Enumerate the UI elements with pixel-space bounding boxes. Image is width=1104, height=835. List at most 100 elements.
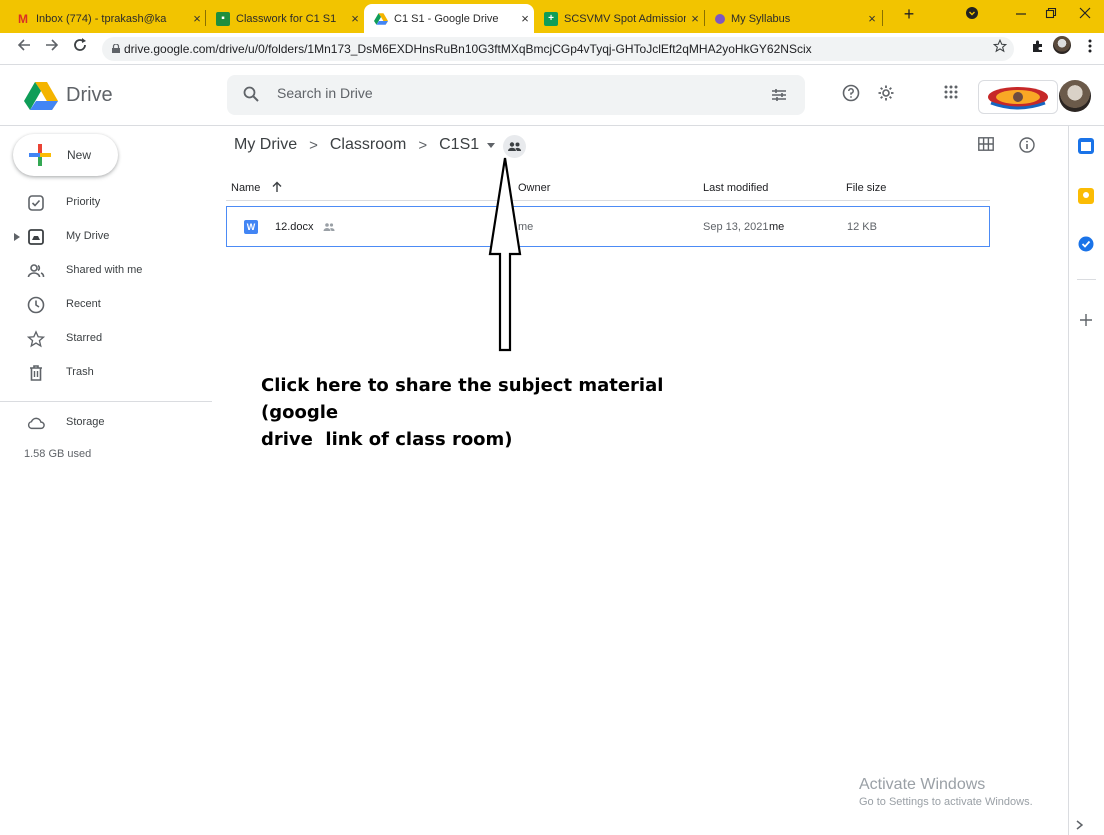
window-close-icon[interactable]: [1070, 6, 1100, 23]
column-header-file-size[interactable]: File size: [846, 182, 886, 194]
apps-grid-icon[interactable]: [943, 84, 959, 100]
site-icon: [715, 13, 725, 24]
chevron-right-icon[interactable]: [1076, 820, 1083, 830]
word-document-icon: W: [244, 220, 258, 234]
profile-avatar-icon[interactable]: [1052, 36, 1072, 59]
drive-header: Drive: [0, 66, 1104, 126]
add-addon-icon[interactable]: [1080, 314, 1092, 326]
drive-logo-icon[interactable]: [24, 82, 58, 110]
sidebar-item-storage[interactable]: Storage: [0, 408, 220, 438]
tab-gmail[interactable]: M Inbox (774) - tprakash@ka ×: [6, 4, 206, 33]
grid-view-icon[interactable]: [978, 137, 994, 151]
watermark-line-1: Activate Windows: [859, 776, 986, 793]
organization-logo[interactable]: [978, 80, 1058, 114]
storage-usage-text: 1.58 GB used: [24, 448, 92, 460]
university-emblem-icon: [988, 87, 1048, 110]
restore-icon[interactable]: [1036, 6, 1066, 23]
shared-icon: [27, 264, 45, 278]
url-text: drive.google.com/drive/u/0/folders/1Mn17…: [124, 42, 812, 56]
chevron-down-icon[interactable]: [487, 142, 496, 148]
close-tab-icon[interactable]: ×: [188, 11, 206, 26]
classroom-icon: ▪: [216, 11, 230, 26]
minimize-icon[interactable]: [1006, 6, 1036, 23]
new-tab-button[interactable]: +: [894, 4, 924, 25]
windows-activation-watermark: Activate Windows Go to Settings to activ…: [859, 776, 1033, 808]
tab-separator: [882, 10, 883, 26]
shared-people-icon: [323, 223, 335, 231]
annotation-line-1: Click here to share the subject material…: [261, 375, 664, 423]
tab-title: Inbox (774) - tprakash@ka: [36, 12, 167, 25]
annotation-text: Click here to share the subject material…: [261, 372, 741, 453]
file-list-header: Name Owner Last modified File size: [226, 175, 990, 201]
clock-icon: [27, 296, 45, 314]
account-avatar[interactable]: [1059, 80, 1091, 112]
column-header-name[interactable]: Name: [231, 182, 260, 194]
drive-icon: [374, 12, 388, 26]
watermark-line-2: Go to Settings to activate Windows.: [859, 796, 1033, 808]
browser-menu-icon[interactable]: [1080, 39, 1100, 58]
info-icon[interactable]: [1019, 137, 1035, 153]
sidebar-item-label: Shared with me: [66, 264, 143, 276]
breadcrumb-classroom[interactable]: Classroom: [330, 136, 406, 154]
people-icon: [508, 142, 521, 151]
new-button[interactable]: New: [13, 134, 118, 176]
tasks-icon[interactable]: [1078, 236, 1094, 252]
sidebar-item-label: Storage: [66, 416, 105, 428]
search-icon[interactable]: [243, 86, 259, 102]
file-modified-date: Sep 13, 2021: [703, 221, 769, 233]
sidebar-item-my-drive[interactable]: My Drive: [0, 222, 220, 252]
tab-search-icon[interactable]: [957, 6, 987, 23]
star-icon: [27, 330, 45, 348]
new-button-label: New: [67, 148, 92, 162]
forward-arrow-icon[interactable]: [42, 38, 62, 57]
breadcrumb-separator: >: [309, 136, 318, 154]
tab-spot-admission[interactable]: + SCSVMV Spot Admission ×: [534, 4, 704, 33]
tab-title: C1 S1 - Google Drive: [394, 12, 499, 25]
settings-gear-icon[interactable]: [877, 84, 895, 102]
bookmark-star-icon[interactable]: [990, 38, 1010, 58]
priority-icon: [28, 195, 44, 211]
browser-toolbar: drive.google.com/drive/u/0/folders/1Mn17…: [0, 33, 1104, 65]
back-arrow-icon[interactable]: [14, 38, 34, 57]
sidebar-item-recent[interactable]: Recent: [0, 290, 220, 320]
gmail-icon: M: [18, 11, 28, 26]
keep-icon[interactable]: [1078, 188, 1094, 204]
close-tab-icon[interactable]: ×: [863, 11, 881, 26]
close-tab-icon[interactable]: ×: [686, 11, 704, 26]
breadcrumb-separator: >: [418, 136, 428, 154]
breadcrumb-current-folder[interactable]: C1S1: [439, 136, 479, 154]
extensions-icon[interactable]: [1028, 39, 1048, 58]
breadcrumb: My Drive > Classroom > C1S1: [234, 134, 496, 156]
sidebar-item-label: My Drive: [66, 230, 110, 242]
close-tab-icon[interactable]: ×: [346, 11, 364, 26]
sheets-icon: +: [544, 11, 558, 26]
sidebar-divider: [0, 401, 212, 402]
sidebar-item-shared-with-me[interactable]: Shared with me: [0, 256, 220, 286]
search-input[interactable]: [277, 85, 717, 101]
address-bar[interactable]: drive.google.com/drive/u/0/folders/1Mn17…: [102, 37, 1014, 61]
sidebar-item-trash[interactable]: Trash: [0, 358, 220, 388]
sidebar-item-priority[interactable]: Priority: [0, 188, 220, 218]
sidebar-item-starred[interactable]: Starred: [0, 324, 220, 354]
reload-icon[interactable]: [70, 38, 90, 57]
table-row[interactable]: W 12.docx me Sep 13, 2021 me 12 KB: [226, 206, 990, 247]
side-panel-divider: [1077, 279, 1096, 280]
help-icon[interactable]: [842, 84, 860, 102]
tab-title: Classwork for C1 S1: [236, 12, 337, 25]
tab-title: My Syllabus: [731, 12, 791, 25]
expand-arrow-icon[interactable]: [14, 233, 20, 241]
calendar-icon[interactable]: [1078, 138, 1094, 154]
search-bar[interactable]: [227, 75, 805, 115]
tab-my-syllabus[interactable]: My Syllabus ×: [705, 4, 881, 33]
sidebar-item-label: Recent: [66, 298, 101, 310]
search-options-icon[interactable]: [771, 87, 787, 103]
file-size: 12 KB: [847, 221, 877, 233]
breadcrumb-my-drive[interactable]: My Drive: [234, 136, 297, 154]
close-tab-icon[interactable]: ×: [516, 11, 534, 26]
tab-google-drive[interactable]: C1 S1 - Google Drive ×: [364, 4, 534, 33]
column-header-last-modified[interactable]: Last modified: [703, 182, 768, 194]
tab-classroom[interactable]: ▪ Classwork for C1 S1 ×: [206, 4, 364, 33]
app-title[interactable]: Drive: [66, 84, 113, 107]
trash-icon: [30, 365, 42, 381]
sort-arrow-up-icon[interactable]: [272, 181, 282, 193]
